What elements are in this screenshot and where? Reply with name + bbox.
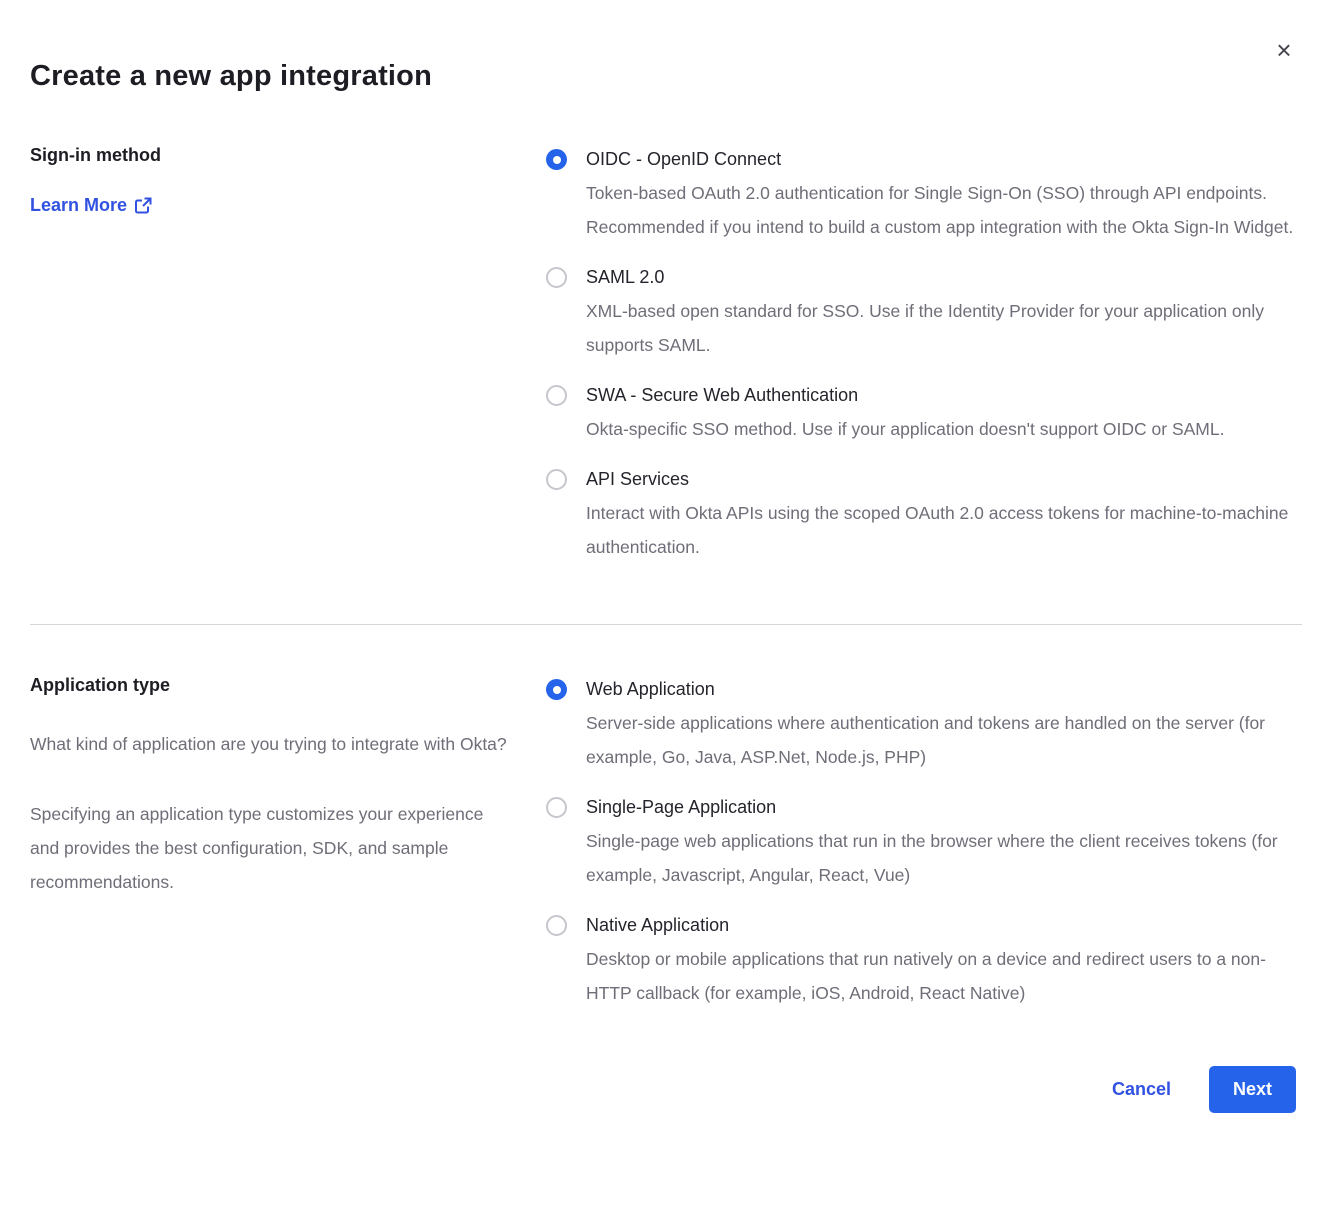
radio-saml[interactable] (546, 267, 567, 288)
option-api-services[interactable]: API Services Interact with Okta APIs usi… (546, 463, 1296, 564)
option-single-page-application-label[interactable]: Single-Page Application (586, 791, 1296, 824)
application-type-section: Application type What kind of applicatio… (30, 673, 1296, 1010)
option-single-page-application-description: Single-page web applications that run in… (586, 824, 1296, 892)
close-icon[interactable]: × (1270, 36, 1298, 64)
signin-method-section: Sign-in method Learn More OIDC - OpenID … (30, 143, 1296, 564)
next-button[interactable]: Next (1209, 1066, 1296, 1113)
option-web-application-description: Server-side applications where authentic… (586, 706, 1296, 774)
radio-swa[interactable] (546, 385, 567, 406)
option-single-page-application[interactable]: Single-Page Application Single-page web … (546, 791, 1296, 892)
option-swa[interactable]: SWA - Secure Web Authentication Okta-spe… (546, 379, 1296, 446)
option-native-application-label[interactable]: Native Application (586, 909, 1296, 942)
dialog-title: Create a new app integration (30, 0, 1296, 93)
application-type-detail: Specifying an application type customize… (30, 797, 516, 899)
radio-native-application[interactable] (546, 915, 567, 936)
option-saml-description: XML-based open standard for SSO. Use if … (586, 294, 1296, 362)
cancel-button[interactable]: Cancel (1112, 1079, 1171, 1100)
option-saml[interactable]: SAML 2.0 XML-based open standard for SSO… (546, 261, 1296, 362)
option-oidc[interactable]: OIDC - OpenID Connect Token-based OAuth … (546, 143, 1296, 244)
application-type-intro: What kind of application are you trying … (30, 727, 516, 761)
learn-more-label: Learn More (30, 195, 127, 216)
learn-more-link[interactable]: Learn More (30, 195, 152, 216)
option-oidc-label[interactable]: OIDC - OpenID Connect (586, 143, 1296, 176)
application-type-label: Application type (30, 673, 516, 697)
radio-api-services[interactable] (546, 469, 567, 490)
option-saml-label[interactable]: SAML 2.0 (586, 261, 1296, 294)
radio-web-application[interactable] (546, 679, 567, 700)
signin-method-label: Sign-in method (30, 143, 516, 167)
option-swa-label[interactable]: SWA - Secure Web Authentication (586, 379, 1296, 412)
dialog-footer: Cancel Next (30, 1066, 1296, 1113)
option-native-application-description: Desktop or mobile applications that run … (586, 942, 1296, 1010)
option-native-application[interactable]: Native Application Desktop or mobile app… (546, 909, 1296, 1010)
create-app-integration-dialog: × Create a new app integration Sign-in m… (0, 0, 1332, 1210)
option-web-application[interactable]: Web Application Server-side applications… (546, 673, 1296, 774)
radio-single-page-application[interactable] (546, 797, 567, 818)
radio-oidc[interactable] (546, 149, 567, 170)
option-api-services-label[interactable]: API Services (586, 463, 1296, 496)
section-divider (30, 624, 1302, 625)
option-api-services-description: Interact with Okta APIs using the scoped… (586, 496, 1296, 564)
external-link-icon (135, 197, 152, 214)
option-oidc-description: Token-based OAuth 2.0 authentication for… (586, 176, 1296, 244)
option-swa-description: Okta-specific SSO method. Use if your ap… (586, 412, 1296, 446)
option-web-application-label[interactable]: Web Application (586, 673, 1296, 706)
